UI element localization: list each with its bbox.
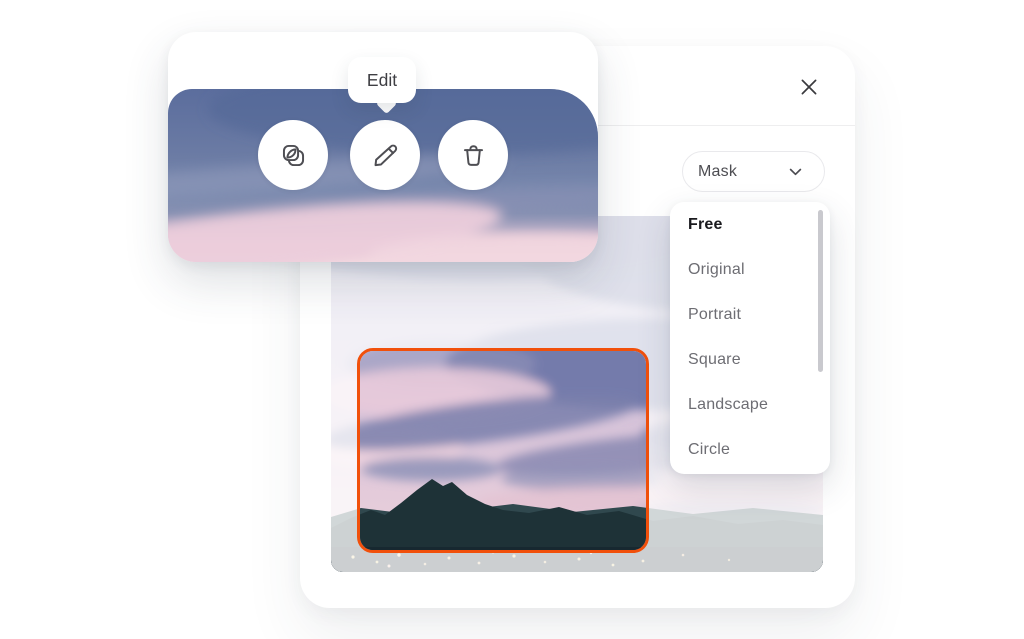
image-edit-toolbar-card: Edit (168, 32, 598, 262)
replace-image-button[interactable] (258, 120, 328, 190)
replace-image-icon (280, 142, 307, 169)
mask-option-square[interactable]: Square (670, 337, 830, 382)
image-crop-selection[interactable] (357, 348, 649, 553)
chevron-down-icon (789, 168, 802, 176)
close-icon (799, 77, 819, 97)
mask-option-landscape[interactable]: Landscape (670, 382, 830, 427)
page-background: Mask (0, 0, 1024, 639)
edit-button[interactable] (350, 120, 420, 190)
edit-tooltip: Edit (348, 57, 416, 103)
mask-option-free[interactable]: Free (670, 202, 830, 247)
dropdown-scrollbar[interactable] (818, 210, 823, 372)
edit-tooltip-label: Edit (367, 70, 397, 91)
delete-button[interactable] (438, 120, 508, 190)
mask-dropdown-label: Mask (698, 163, 737, 181)
cropped-photo (357, 348, 649, 553)
mask-option-original[interactable]: Original (670, 247, 830, 292)
mask-option-portrait[interactable]: Portrait (670, 292, 830, 337)
mask-options-dropdown: Free Original Portrait Square Landscape … (670, 202, 830, 474)
mask-option-circle[interactable]: Circle (670, 427, 830, 472)
close-button[interactable] (791, 69, 827, 105)
pencil-icon (372, 142, 399, 169)
mask-dropdown-button[interactable]: Mask (682, 151, 825, 192)
trash-icon (460, 142, 487, 169)
